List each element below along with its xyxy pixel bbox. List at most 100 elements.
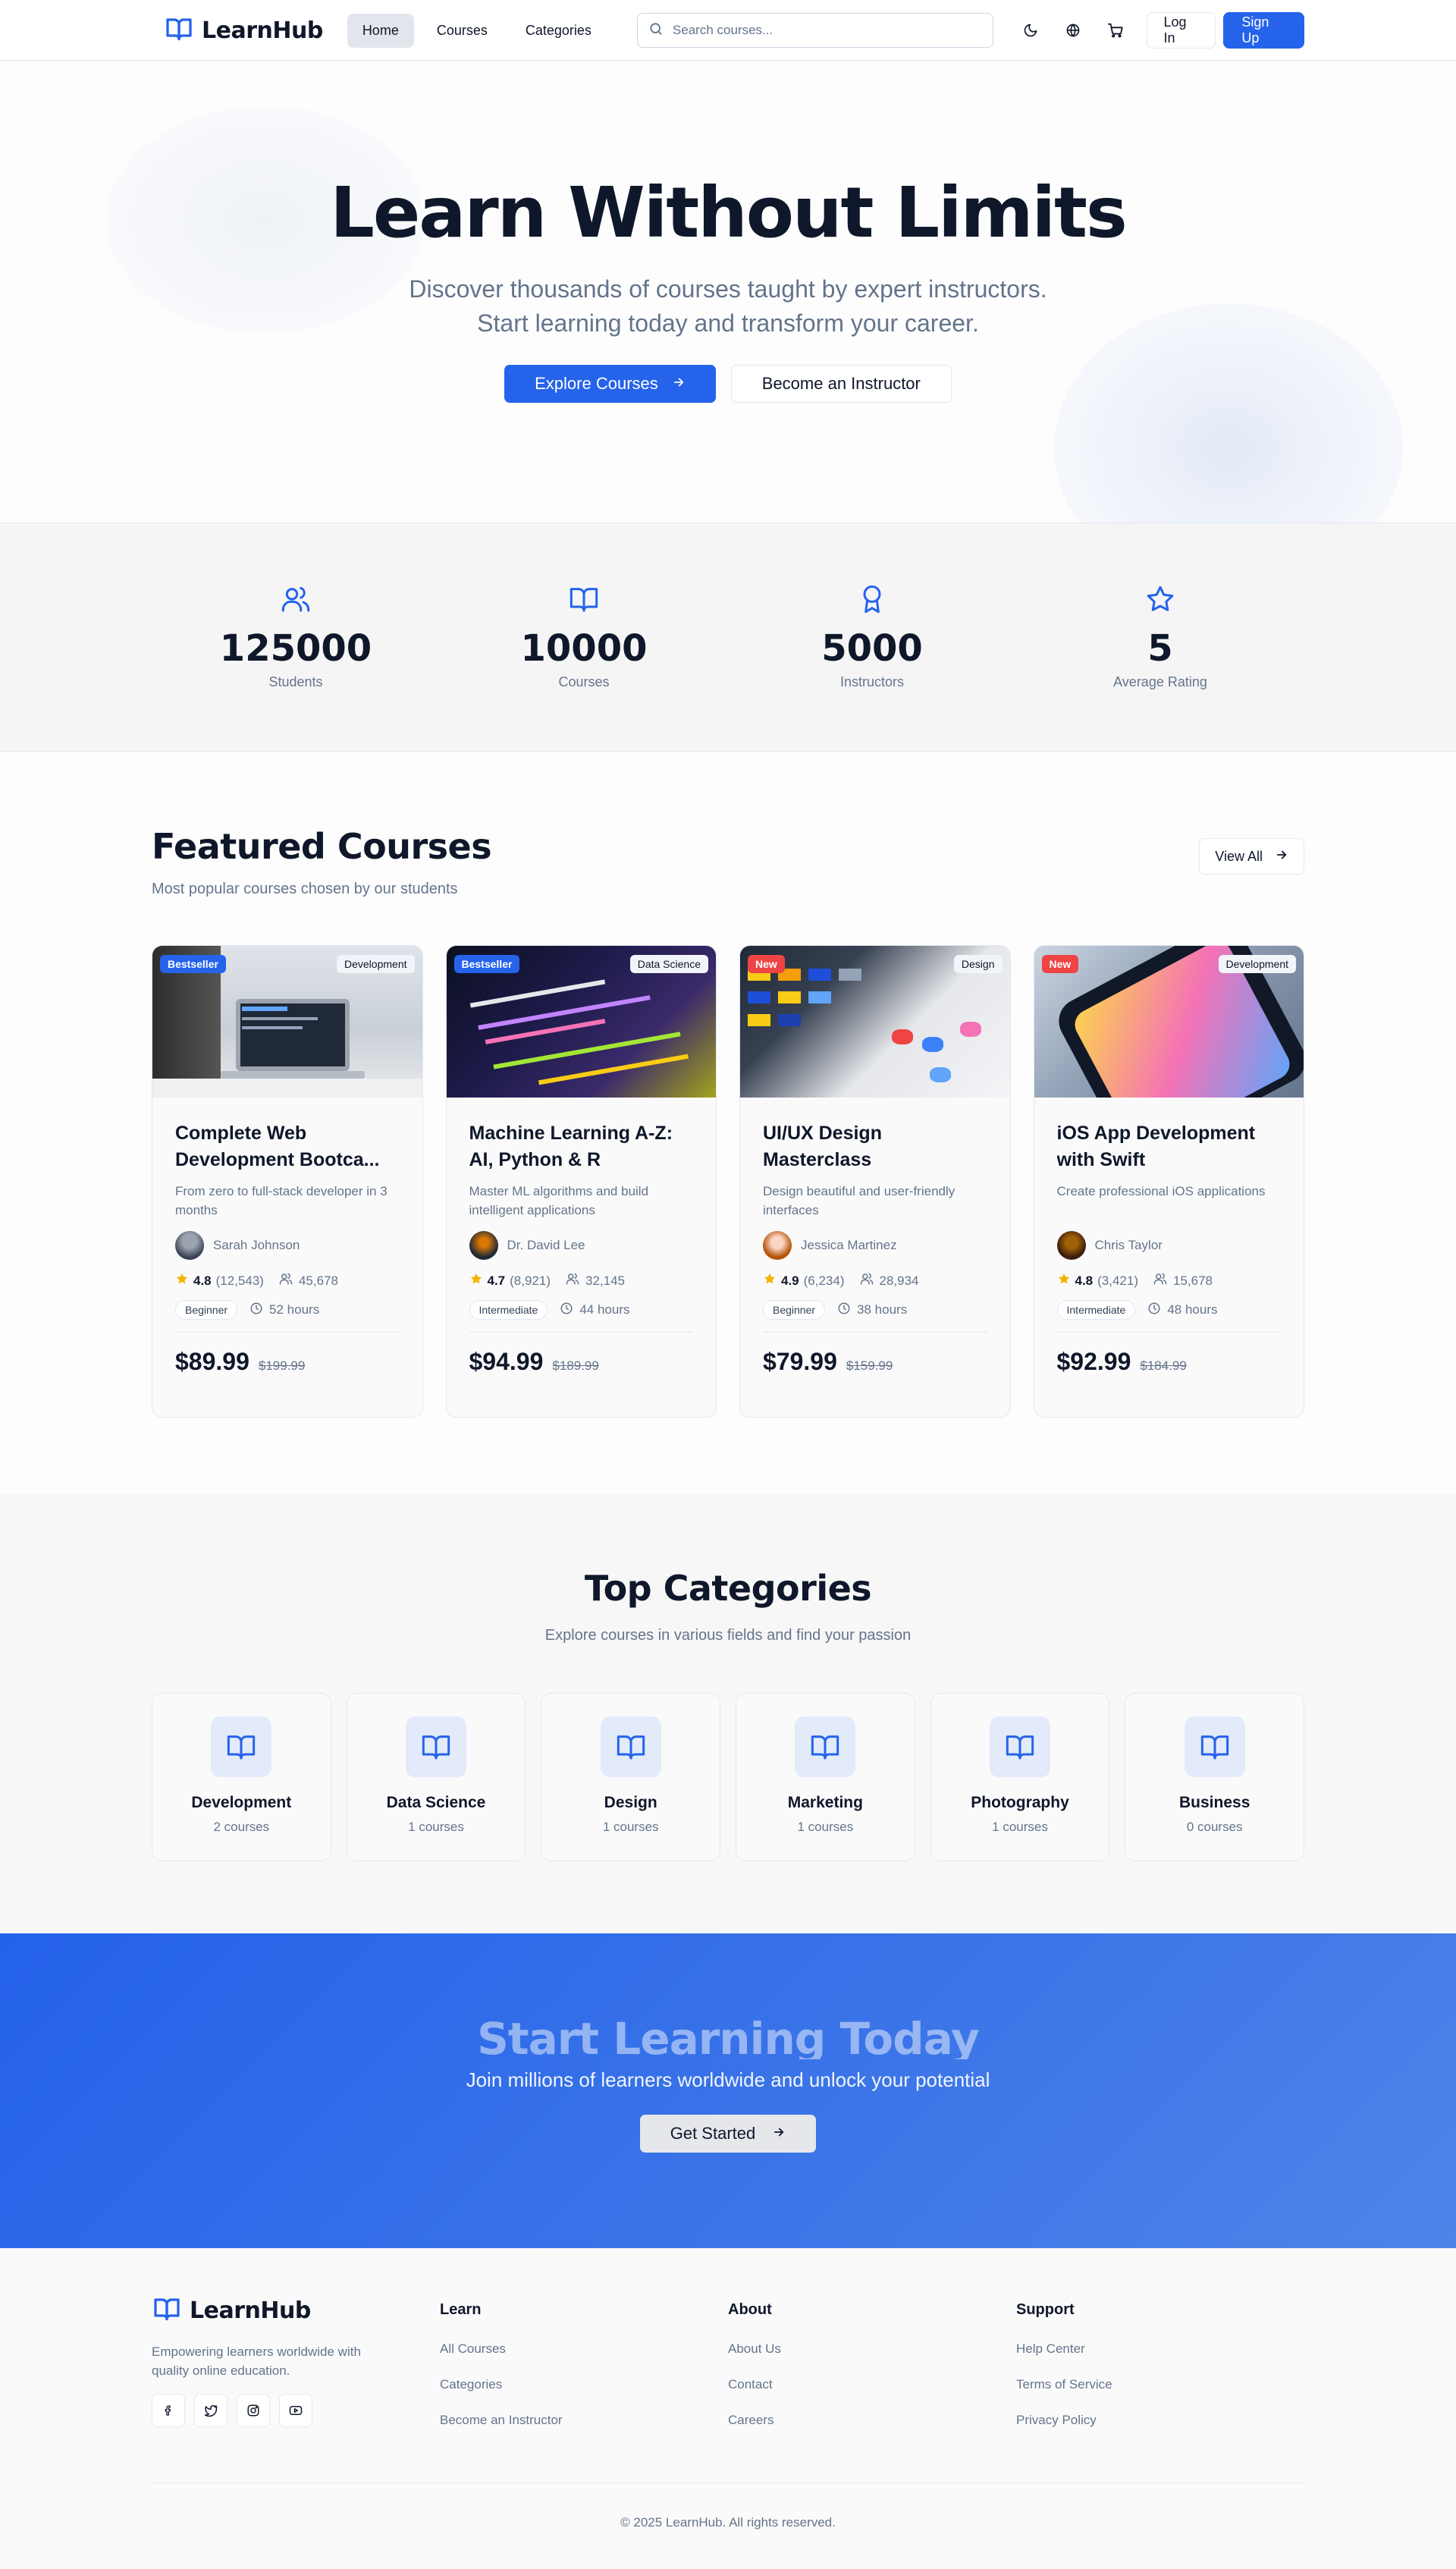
users-icon	[860, 1272, 874, 1289]
globe-icon[interactable]	[1062, 19, 1084, 42]
moon-icon[interactable]	[1019, 19, 1042, 42]
brand-logo[interactable]: LearnHub	[164, 15, 323, 46]
footer-link[interactable]: Help Center	[1016, 2341, 1304, 2357]
course-title[interactable]: Machine Learning A-Z: AI, Python & R	[469, 1120, 694, 1173]
stat-instructors: 5000 Instructors	[728, 523, 1016, 752]
stat-label: Courses	[558, 674, 610, 689]
course-title[interactable]: UI/UX Design Masterclass	[763, 1120, 987, 1173]
course-duration: 38 hours	[837, 1302, 907, 1319]
category-count: 1 courses	[408, 1820, 464, 1834]
explore-courses-button[interactable]: Explore Courses	[504, 364, 716, 403]
footer-link[interactable]: Become an Instructor	[440, 2413, 728, 2428]
footer-link[interactable]: Careers	[728, 2413, 1016, 2428]
become-instructor-button[interactable]: Become an Instructor	[730, 364, 952, 403]
course-badge: Bestseller	[160, 955, 226, 973]
course-description: Master ML algorithms and build intellige…	[469, 1184, 649, 1217]
course-duration: 44 hours	[560, 1302, 630, 1319]
instructor-name: Jessica Martinez	[801, 1238, 897, 1252]
course-students: 28,934	[860, 1272, 919, 1289]
course-card[interactable]: New Design UI/UX Design Masterclass Desi…	[739, 945, 1011, 1418]
footer-link[interactable]: About Us	[728, 2341, 1016, 2357]
footer-link[interactable]: Terms of Service	[1016, 2377, 1304, 2392]
category-card-photography[interactable]: Photography 1 courses	[930, 1693, 1110, 1861]
level-badge: Beginner	[175, 1300, 238, 1320]
level-badge: Intermediate	[1056, 1300, 1136, 1320]
avatar	[1056, 1231, 1086, 1260]
rating-value: 4.7	[487, 1273, 506, 1288]
arrow-right-icon	[772, 2124, 786, 2143]
search-input[interactable]	[672, 23, 982, 38]
book-open-icon	[569, 584, 599, 618]
course-price: $92.99	[1056, 1348, 1131, 1375]
category-card-marketing[interactable]: Marketing 1 courses	[736, 1693, 915, 1861]
students-count: 15,678	[1173, 1273, 1213, 1288]
category-card-development[interactable]: Development 2 courses	[152, 1693, 331, 1861]
footer-link[interactable]: Privacy Policy	[1016, 2413, 1304, 2428]
footer: LearnHub Empowering learners worldwide w…	[0, 2248, 1456, 2569]
clock-icon	[249, 1302, 263, 1319]
rating-count: (8,921)	[510, 1273, 551, 1288]
course-category-tag: Development	[1218, 955, 1296, 973]
stat-rating: 5 Average Rating	[1016, 523, 1304, 752]
category-card-data-science[interactable]: Data Science 1 courses	[346, 1693, 526, 1861]
category-name: Design	[604, 1794, 657, 1811]
hero-section: Learn Without Limits Discover thousands …	[0, 61, 1456, 523]
copyright: © 2025 LearnHub. All rights reserved.	[152, 2483, 1304, 2530]
stat-value: 125000	[219, 627, 372, 670]
course-price: $94.99	[469, 1348, 544, 1375]
hero-subtitle: Discover thousands of courses taught by …	[409, 275, 1047, 337]
stat-courses: 10000 Courses	[440, 523, 728, 752]
get-started-button[interactable]: Get Started	[639, 2115, 817, 2153]
facebook-icon[interactable]	[152, 2394, 185, 2428]
avatar	[469, 1231, 498, 1260]
instagram-icon[interactable]	[237, 2394, 270, 2428]
course-original-price: $199.99	[258, 1358, 306, 1373]
course-thumbnail: Bestseller Development	[152, 946, 422, 1098]
course-description: Create professional iOS applications	[1056, 1184, 1266, 1198]
twitter-icon[interactable]	[194, 2394, 228, 2428]
view-all-button[interactable]: View All	[1199, 838, 1304, 875]
youtube-icon[interactable]	[279, 2394, 312, 2428]
course-badge: New	[1041, 955, 1079, 973]
category-count: 1 courses	[602, 1820, 659, 1834]
instructor-name: Sarah Johnson	[213, 1238, 300, 1252]
navbar: LearnHub Home Courses Categories Log In	[0, 0, 1456, 61]
avatar	[763, 1231, 792, 1260]
category-card-design[interactable]: Design 1 courses	[541, 1693, 721, 1861]
main-nav: Home Courses Categories	[347, 13, 607, 48]
cart-icon[interactable]	[1104, 19, 1127, 42]
category-card-business[interactable]: Business 0 courses	[1125, 1693, 1305, 1861]
rating-value: 4.9	[781, 1273, 799, 1288]
course-title[interactable]: iOS App Development with Swift	[1057, 1120, 1282, 1173]
nav-categories[interactable]: Categories	[510, 14, 607, 48]
signup-button[interactable]: Sign Up	[1223, 12, 1304, 49]
search-box[interactable]	[636, 13, 993, 48]
footer-link[interactable]: Categories	[440, 2377, 728, 2392]
star-filled-icon	[469, 1272, 483, 1289]
footer-column-learn: Learn All Courses Categories Become an I…	[440, 2295, 728, 2428]
users-icon	[1153, 1272, 1167, 1289]
duration-text: 38 hours	[857, 1302, 908, 1317]
footer-link[interactable]: Contact	[728, 2377, 1016, 2392]
users-icon	[566, 1272, 579, 1289]
instructor-name: Chris Taylor	[1094, 1238, 1163, 1252]
login-button[interactable]: Log In	[1146, 12, 1216, 49]
footer-heading: Learn	[440, 2301, 482, 2318]
course-card[interactable]: Bestseller Data Science Machine Learning…	[445, 945, 717, 1418]
footer-link[interactable]: All Courses	[440, 2341, 728, 2357]
arrow-right-icon	[672, 374, 686, 394]
course-students: 15,678	[1153, 1272, 1213, 1289]
level-badge: Intermediate	[469, 1300, 548, 1320]
stat-label: Students	[268, 674, 323, 689]
featured-courses-section: Featured Courses Most popular courses ch…	[0, 752, 1456, 1493]
footer-logo[interactable]: LearnHub	[152, 2295, 440, 2326]
social-links	[152, 2394, 440, 2428]
nav-courses[interactable]: Courses	[422, 14, 503, 48]
hero-title: Learn Without Limits	[330, 172, 1128, 253]
nav-home[interactable]: Home	[347, 13, 414, 48]
course-card[interactable]: Bestseller Development Complete Web Deve…	[152, 945, 423, 1418]
course-badge: Bestseller	[453, 955, 520, 973]
course-title[interactable]: Complete Web Development Bootca...	[175, 1120, 400, 1173]
explore-courses-label: Explore Courses	[535, 373, 658, 393]
course-card[interactable]: New Development iOS App Development with…	[1033, 945, 1304, 1418]
